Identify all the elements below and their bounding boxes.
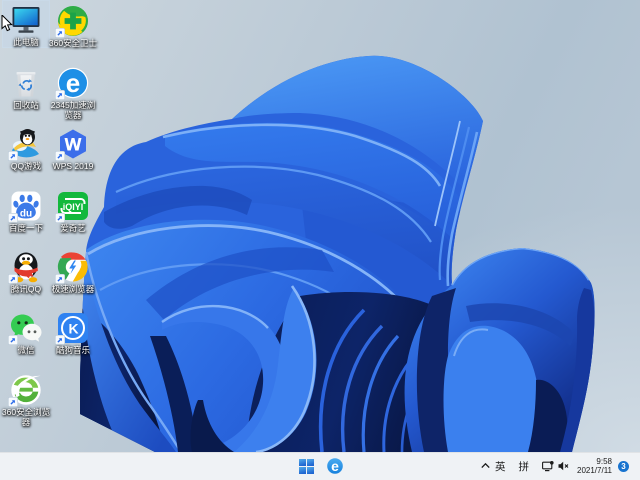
svg-text:e: e <box>66 68 80 98</box>
svg-text:e: e <box>331 458 339 474</box>
svg-text:du: du <box>20 209 32 220</box>
svg-text:iQIYI: iQIYI <box>63 202 84 212</box>
svg-text:K: K <box>68 321 78 337</box>
